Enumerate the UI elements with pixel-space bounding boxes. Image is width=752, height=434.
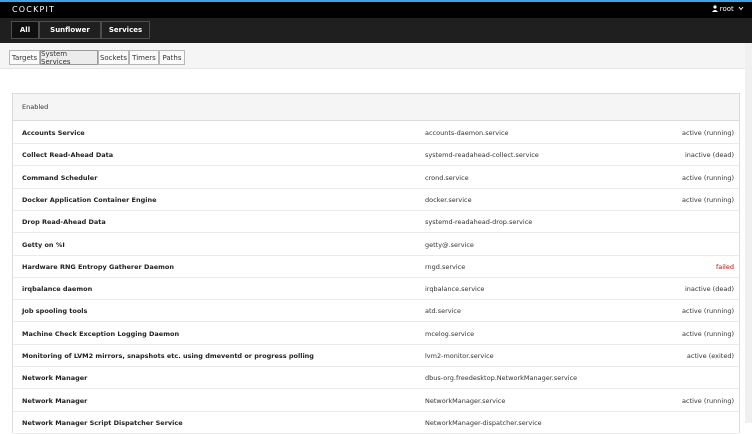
service-description: Monitoring of LVM2 mirrors, snapshots et…	[22, 352, 314, 360]
service-row[interactable]: Job spooling tools atd.service active (run…	[13, 300, 739, 323]
service-row[interactable]: Collect Read-Ahead Data systemd-readahead…	[13, 144, 739, 167]
nav-services-button[interactable]: Services	[101, 21, 150, 39]
service-description: Drop Read-Ahead Data	[22, 218, 106, 227]
host-nav-bar: All Sunflower Services	[0, 18, 752, 43]
service-state: active (running)	[682, 173, 734, 182]
service-row[interactable]: Network Manager dbus-org.freedesktop.Netw…	[13, 367, 739, 390]
service-state: active (running)	[682, 307, 734, 316]
service-unit-name: irqbalance.service	[425, 285, 485, 294]
nav-sunflower-button[interactable]: Sunflower	[39, 21, 101, 39]
service-description: Machine Check Exception Logging Daemon	[22, 329, 180, 338]
service-unit-name: lvm2-monitor.service	[425, 352, 494, 360]
tab-system-services[interactable]: System Services	[40, 50, 98, 66]
service-row[interactable]: Monitoring of LVM2 mirrors, snapshots et…	[13, 345, 739, 367]
service-unit-name: rngd.service	[425, 262, 466, 271]
service-description: Getty on %I	[22, 240, 65, 249]
service-unit-name: crond.service	[425, 173, 469, 182]
nav-all-button[interactable]: All	[11, 21, 39, 39]
service-state: active (running)	[682, 129, 734, 137]
service-state: active (running)	[682, 329, 734, 338]
tab-targets[interactable]: Targets	[9, 50, 40, 65]
service-state: active (running)	[682, 396, 734, 405]
chevron-down-icon	[738, 6, 744, 11]
service-unit-name: mcelog.service	[425, 329, 475, 338]
service-description: Collect Read-Ahead Data	[22, 151, 114, 160]
service-state: inactive (dead)	[684, 151, 734, 160]
service-description: Command Scheduler	[22, 173, 98, 182]
tab-paths[interactable]: Paths	[159, 50, 185, 65]
service-row[interactable]: irqbalance daemon irqbalance.service inact…	[13, 278, 739, 301]
service-description: Hardware RNG Entropy Gatherer Daemon	[22, 262, 174, 271]
service-description: Network Manager	[22, 374, 88, 383]
service-unit-name: docker.service	[425, 195, 472, 204]
user-name: root	[719, 5, 734, 13]
top-bar: COCKPIT root	[0, 0, 752, 18]
service-unit-name: accounts-daemon.service	[425, 129, 509, 137]
brand-logo: COCKPIT	[12, 5, 56, 14]
tab-sockets[interactable]: Sockets	[98, 50, 129, 65]
tab-timers[interactable]: Timers	[129, 50, 159, 65]
service-row[interactable]: Drop Read-Ahead Data systemd-readahead-dr…	[13, 211, 739, 234]
service-type-tabs: Targets System Services Sockets Timers P…	[0, 43, 752, 69]
service-row[interactable]: Network Manager NetworkManager.service act…	[13, 389, 739, 412]
service-description: Docker Application Container Engine	[22, 195, 157, 204]
service-description: Job spooling tools	[22, 307, 88, 316]
service-unit-name: dbus-org.freedesktop.NetworkManager.serv…	[425, 374, 578, 383]
service-unit-name: systemd-readahead-drop.service	[425, 218, 533, 227]
scrollbar[interactable]	[745, 43, 752, 423]
service-description: irqbalance daemon	[22, 285, 93, 294]
service-row[interactable]: Hardware RNG Entropy Gatherer Daemon rngd…	[13, 255, 739, 278]
service-row[interactable]: Command Scheduler crond.service active (ru…	[13, 166, 739, 189]
service-unit-name: getty@.service	[425, 240, 474, 249]
service-row[interactable]: Accounts Service accounts-daemon.service a…	[13, 122, 739, 144]
service-unit-name: NetworkManager.service	[425, 396, 506, 405]
service-state: inactive (dead)	[684, 285, 734, 294]
panel-heading: Enabled	[13, 94, 739, 121]
service-unit-name: atd.service	[425, 307, 462, 316]
panel-title: Enabled	[22, 103, 49, 111]
user-menu[interactable]: root	[711, 5, 744, 13]
person-icon	[711, 5, 718, 12]
service-unit-name: systemd-readahead-collect.service	[425, 151, 539, 160]
service-state: failed	[715, 262, 734, 271]
enabled-services-panel: Enabled Accounts Service accounts-daemon.…	[12, 93, 740, 434]
service-row[interactable]: Docker Application Container Engine docke…	[13, 188, 739, 211]
service-row[interactable]: Machine Check Exception Logging Daemon mc…	[13, 322, 739, 345]
service-description: Network Manager	[22, 396, 88, 405]
service-description: Accounts Service	[22, 129, 85, 137]
service-state: active (exited)	[686, 352, 734, 360]
service-row[interactable]: Getty on %I getty@.service	[13, 233, 739, 256]
service-state: active (running)	[682, 195, 734, 204]
